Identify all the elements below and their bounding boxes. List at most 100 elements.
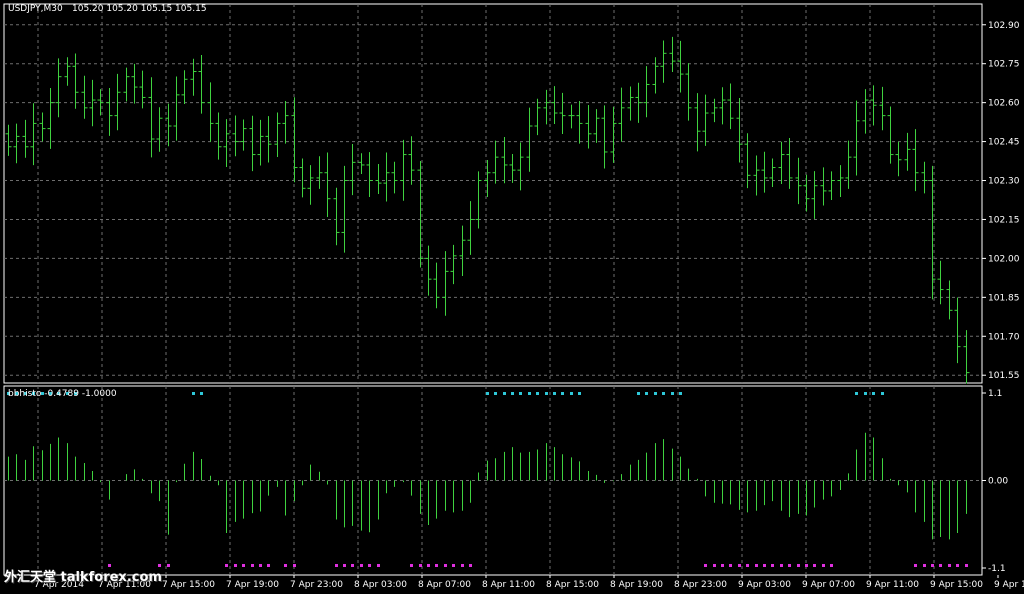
signal-dot-down [721,564,724,567]
signal-dot-down [351,564,354,567]
signal-dot-down [822,564,825,567]
time-axis-label: 8 Apr 15:00 [546,580,599,590]
time-axis-label: 8 Apr 07:00 [418,580,471,590]
signal-dot-down [738,564,741,567]
signal-dot-down [234,564,237,567]
time-axis-label: 8 Apr 11:00 [482,580,535,590]
time-axis-label: 8 Apr 23:00 [674,580,727,590]
signal-dot-down [293,564,296,567]
indicator-label: bbhisto -0.4789 -1.0000 [8,389,117,399]
signal-dot-up [561,392,564,395]
signal-dot-up [200,392,203,395]
signal-dot-down [830,564,833,567]
signal-dot-down [914,564,917,567]
signal-dot-down [343,564,346,567]
price-axis-label: 101.55 [988,371,1020,381]
signal-dot-down [427,564,430,567]
signal-dot-down [939,564,942,567]
signal-dot-down [377,564,380,567]
signal-dot-down [763,564,766,567]
signal-dot-up [654,392,657,395]
signal-dot-down [704,564,707,567]
signal-dot-down [435,564,438,567]
time-axis-label: 7 Apr 15:00 [162,580,215,590]
signal-dot-down [461,564,464,567]
signal-dot-down [284,564,287,567]
signal-dot-up [503,392,506,395]
watermark-logo: 外汇天堂 talkforex.com [4,570,162,585]
price-axis-label: 102.45 [988,138,1020,148]
time-axis-label: 8 Apr 03:00 [354,580,407,590]
price-axis-label: 102.90 [988,21,1020,31]
time-axis-label: 9 Apr 07:00 [802,580,855,590]
price-axis-label: 102.15 [988,215,1020,225]
time-axis-label: 8 Apr 19:00 [610,580,663,590]
signal-dot-down [242,564,245,567]
signal-dot-up [881,392,884,395]
signal-dot-down [931,564,934,567]
price-axis-label: 101.70 [988,332,1020,342]
signal-dot-down [797,564,800,567]
signal-dot-down [368,564,371,567]
signal-dot-up [528,392,531,395]
signal-dot-down [788,564,791,567]
chart-symbol-timeframe: USDJPY,M30 [8,4,63,14]
signal-dot-down [469,564,472,567]
signal-dot-down [956,564,959,567]
signal-dot-up [855,392,858,395]
signal-dot-up [536,392,539,395]
price-axis-label: 102.75 [988,60,1020,70]
signal-dot-down [167,564,170,567]
signal-dot-down [771,564,774,567]
signal-dot-down [419,564,422,567]
signal-dot-down [755,564,758,567]
signal-dot-up [645,392,648,395]
signal-dot-down [805,564,808,567]
signal-dot-up [864,392,867,395]
signal-dot-up [637,392,640,395]
signal-dot-up [192,392,195,395]
signal-dot-up [545,392,548,395]
signal-dot-down [813,564,816,567]
indicator-axis-label: -1.1 [988,564,1006,574]
price-axis-label: 101.85 [988,293,1020,303]
signal-dot-down [335,564,338,567]
time-axis-label: 9 Apr 15:00 [930,580,983,590]
signal-dot-down [267,564,270,567]
signal-dot-down [225,564,228,567]
chart-ohlc-readout: 105.20 105.20 105.15 105.15 [72,4,207,14]
signal-dot-down [444,564,447,567]
signal-dot-up [671,392,674,395]
signal-dot-up [494,392,497,395]
signal-dot-down [948,564,951,567]
signal-dot-down [410,564,413,567]
signal-dot-up [519,392,522,395]
time-axis-label: 9 Apr 03:00 [738,580,791,590]
signal-dot-down [923,564,926,567]
price-pane-frame [3,3,983,384]
mt4-chart-window: 7 Apr 2014 7 Apr 11:00 7 Apr 15:00 7 Apr 19… [0,0,1024,594]
signal-dot-down [713,564,716,567]
signal-dot-up [553,392,556,395]
price-and-indicator-chart[interactable]: 7 Apr 2014 7 Apr 11:00 7 Apr 15:00 7 Apr 19… [0,0,1024,594]
signal-dot-up [662,392,665,395]
signal-dot-up [679,392,682,395]
signal-dot-up [872,392,875,395]
signal-dot-down [259,564,262,567]
signal-dot-down [251,564,254,567]
signal-dot-down [965,564,968,567]
signal-dot-down [452,564,455,567]
time-axis-label: 7 Apr 19:00 [226,580,279,590]
signal-dot-up [511,392,514,395]
signal-dot-up [570,392,573,395]
signal-dot-up [486,392,489,395]
time-axis-label: 7 Apr 23:00 [290,580,343,590]
indicator-axis-label: 0.00 [988,477,1008,487]
price-axis-label: 102.30 [988,177,1020,187]
price-axis-label: 102.60 [988,99,1020,109]
signal-dot-down [780,564,783,567]
signal-dot-down [360,564,363,567]
signal-dot-down [746,564,749,567]
signal-dot-up [578,392,581,395]
price-axis-label: 102.00 [988,254,1020,264]
